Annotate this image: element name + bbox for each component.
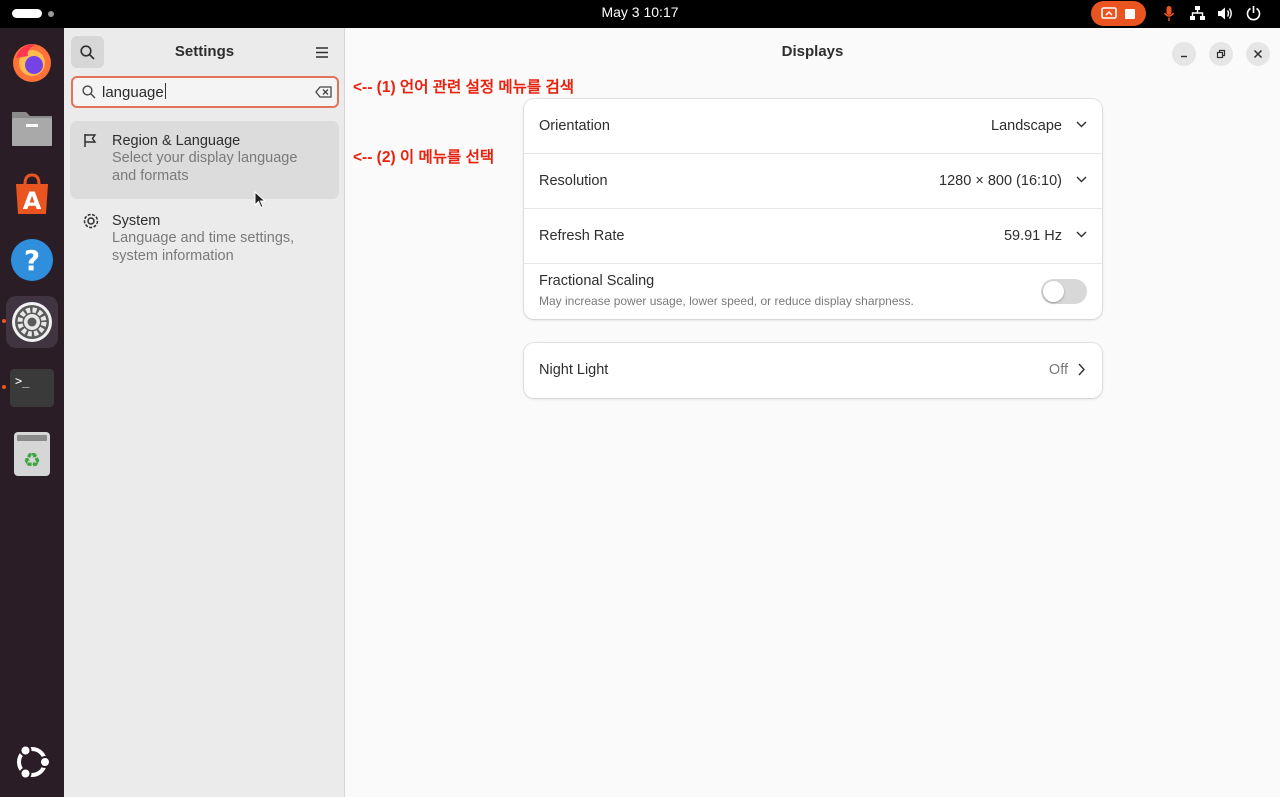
- night-light-card: Night Light Off: [524, 343, 1102, 398]
- search-input[interactable]: language: [71, 76, 339, 108]
- refresh-rate-row[interactable]: Refresh Rate 59.91 Hz: [524, 209, 1102, 264]
- help-icon: ?: [11, 239, 53, 281]
- row-label: Resolution: [539, 173, 608, 189]
- firefox-icon: [13, 44, 51, 82]
- orientation-dropdown[interactable]: Landscape: [991, 118, 1062, 134]
- minimize-icon: [1181, 55, 1187, 58]
- mouse-cursor: [254, 191, 266, 209]
- row-label: Refresh Rate: [539, 228, 625, 244]
- search-result-region-language[interactable]: Region & Language Select your display la…: [70, 121, 339, 199]
- settings-launcher[interactable]: [6, 296, 58, 348]
- fractional-scaling-row[interactable]: Fractional Scaling May increase power us…: [524, 264, 1102, 319]
- files-icon: [12, 112, 52, 146]
- screencast-icon: [1100, 6, 1117, 19]
- display-settings-card: Orientation Landscape Resolution 1280 × …: [524, 99, 1102, 319]
- show-apps-button[interactable]: [6, 736, 58, 788]
- svg-text:♻: ♻: [23, 448, 41, 472]
- night-light-status: Off: [1048, 362, 1068, 378]
- row-description: May increase power usage, lower speed, o…: [539, 294, 914, 308]
- svg-text:A: A: [23, 187, 42, 215]
- result-title: System: [112, 213, 161, 229]
- row-label: Orientation: [539, 118, 610, 134]
- clear-search-icon[interactable]: [315, 86, 332, 98]
- clock[interactable]: May 3 10:17: [0, 4, 1280, 20]
- system-tray[interactable]: [1160, 4, 1262, 22]
- system-gear-icon: [83, 213, 99, 229]
- row-label: Fractional Scaling: [539, 273, 655, 289]
- restore-icon: [1216, 49, 1226, 59]
- chevron-down-icon[interactable]: [1076, 121, 1087, 128]
- app-center-launcher[interactable]: A: [6, 168, 58, 220]
- app-center-icon: A: [16, 173, 48, 215]
- dock: A ? >_ ♻: [0, 28, 64, 797]
- fractional-scaling-toggle[interactable]: [1041, 279, 1087, 304]
- chevron-down-icon[interactable]: [1076, 176, 1087, 183]
- chevron-right-icon: [1078, 363, 1085, 376]
- power-icon[interactable]: [1244, 4, 1262, 22]
- result-subtitle: Select your display language and formats: [112, 150, 298, 184]
- microphone-icon[interactable]: [1160, 4, 1178, 22]
- trash-icon: ♻: [14, 432, 50, 476]
- annotation-select: <-- (2) 이 메뉴를 선택: [353, 149, 495, 166]
- settings-sidebar: Settings language Region & Language Sele…: [64, 28, 345, 797]
- svg-text:>_: >_: [15, 374, 30, 388]
- sidebar-title: Settings: [174, 43, 235, 60]
- refresh-rate-dropdown[interactable]: 59.91 Hz: [1004, 228, 1062, 244]
- firefox-launcher[interactable]: [6, 36, 58, 88]
- hamburger-menu-icon: [316, 46, 328, 58]
- flag-icon: [84, 134, 97, 147]
- trash-launcher[interactable]: ♻: [6, 428, 58, 480]
- close-icon: [1253, 49, 1263, 59]
- stop-recording-icon[interactable]: [1124, 8, 1136, 20]
- top-bar: May 3 10:17: [0, 0, 1280, 28]
- orientation-row[interactable]: Orientation Landscape: [524, 99, 1102, 154]
- night-light-row[interactable]: Night Light Off: [524, 343, 1102, 398]
- volume-icon[interactable]: [1216, 4, 1234, 22]
- result-title: Region & Language: [112, 133, 241, 149]
- minimize-button[interactable]: [1172, 42, 1196, 66]
- screen-recording-indicator[interactable]: [1091, 1, 1146, 26]
- search-result-system[interactable]: System Language and time settings, syste…: [70, 201, 339, 279]
- chevron-down-icon[interactable]: [1076, 231, 1087, 238]
- close-button[interactable]: [1246, 42, 1270, 66]
- row-label: Night Light: [539, 362, 609, 378]
- toggle-knob: [1043, 281, 1064, 302]
- search-input-value[interactable]: language: [102, 83, 166, 101]
- annotation-search: <-- (1) 언어 관련 설정 메뉴를 검색: [353, 79, 575, 96]
- page-title: Displays: [781, 43, 844, 60]
- search-icon: [82, 85, 96, 99]
- main-menu-button[interactable]: [310, 40, 334, 64]
- help-launcher[interactable]: ?: [6, 234, 58, 286]
- resolution-row[interactable]: Resolution 1280 × 800 (16:10): [524, 154, 1102, 209]
- files-launcher[interactable]: [6, 102, 58, 154]
- network-icon[interactable]: [1188, 4, 1206, 22]
- result-subtitle: Language and time settings, system infor…: [112, 230, 295, 264]
- terminal-icon: >_: [10, 369, 54, 407]
- svg-text:?: ?: [24, 244, 40, 277]
- ubuntu-apps-icon: [17, 744, 51, 780]
- settings-icon: [12, 302, 52, 342]
- settings-window: Settings language Region & Language Sele…: [64, 28, 1280, 797]
- terminal-launcher[interactable]: >_: [6, 362, 58, 414]
- resolution-dropdown[interactable]: 1280 × 800 (16:10): [939, 173, 1062, 189]
- maximize-button[interactable]: [1209, 42, 1233, 66]
